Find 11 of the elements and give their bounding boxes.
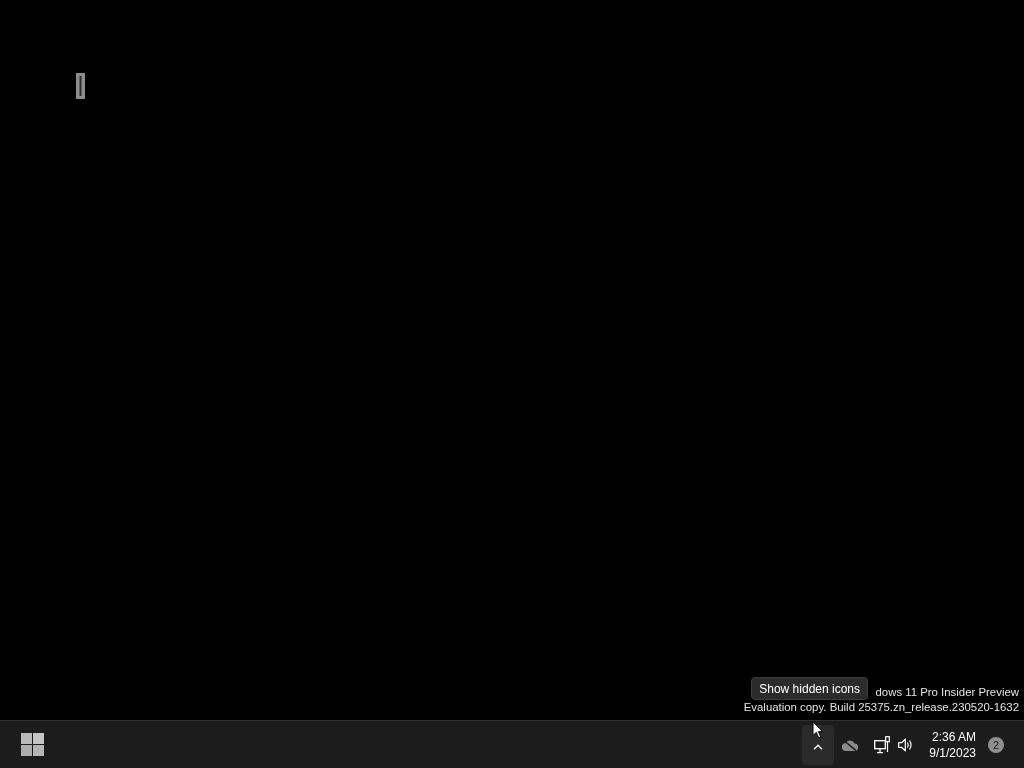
cloud-off-icon[interactable] bbox=[842, 738, 859, 751]
four-squares-icon bbox=[20, 733, 44, 756]
notification-badge[interactable]: 2 bbox=[988, 736, 1004, 753]
watermark-text: Evaluation copy. Build 25375.zn_release.230520-1632 bbox=[743, 700, 1019, 715]
chevron-up-icon bbox=[813, 743, 824, 750]
network-icon[interactable] bbox=[874, 735, 891, 754]
text-cursor-icon bbox=[76, 73, 85, 99]
tooltip: Show hidden icons bbox=[751, 677, 868, 700]
watermark-text: dows 11 Pro Insider Preview bbox=[875, 685, 1019, 700]
clock[interactable]: 2:36 AM 9/1/2023 bbox=[927, 728, 978, 761]
speaker-icon[interactable] bbox=[898, 737, 914, 752]
